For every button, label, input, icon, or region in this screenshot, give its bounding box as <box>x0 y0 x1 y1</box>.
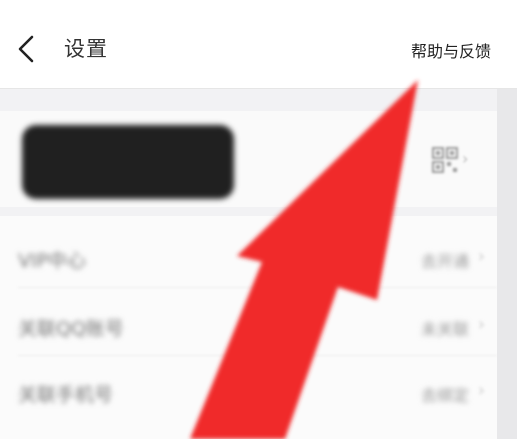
chevron-right-icon: › <box>462 149 469 168</box>
list-item-linked-phone[interactable]: 关联手机号 去绑定 › <box>0 360 497 422</box>
profile-card[interactable]: › <box>0 111 497 207</box>
nav-bar: 设置 帮助与反馈 <box>0 0 517 89</box>
list-item-value: 去绑定 <box>420 386 469 405</box>
section-gap <box>0 89 517 111</box>
qr-code-icon[interactable] <box>432 147 458 173</box>
edge-strip <box>497 89 517 439</box>
divider <box>18 355 497 356</box>
page-title: 设置 <box>64 37 108 61</box>
list-item-linked-qq[interactable]: 关联QQ账号 未关联 › <box>0 294 497 356</box>
divider <box>18 287 497 288</box>
chevron-right-icon: › <box>477 246 485 267</box>
list-item-label: 关联手机号 <box>18 384 114 406</box>
list-item-vip[interactable]: VIP中心 去开通 › <box>0 226 497 288</box>
list-item-label: VIP中心 <box>18 250 87 272</box>
chevron-right-icon: › <box>477 380 485 401</box>
list-item-value: 去开通 <box>420 252 469 271</box>
list-item-value: 未关联 <box>420 320 469 339</box>
back-arrow-icon[interactable] <box>14 34 40 64</box>
redacted-account-name <box>22 125 234 199</box>
help-feedback-link[interactable]: 帮助与反馈 <box>411 38 491 62</box>
list-item-label: 关联QQ账号 <box>18 318 124 340</box>
chevron-right-icon: › <box>477 314 485 335</box>
settings-list: VIP中心 去开通 › 关联QQ账号 未关联 › 关联手机号 去绑定 › <box>0 216 497 439</box>
